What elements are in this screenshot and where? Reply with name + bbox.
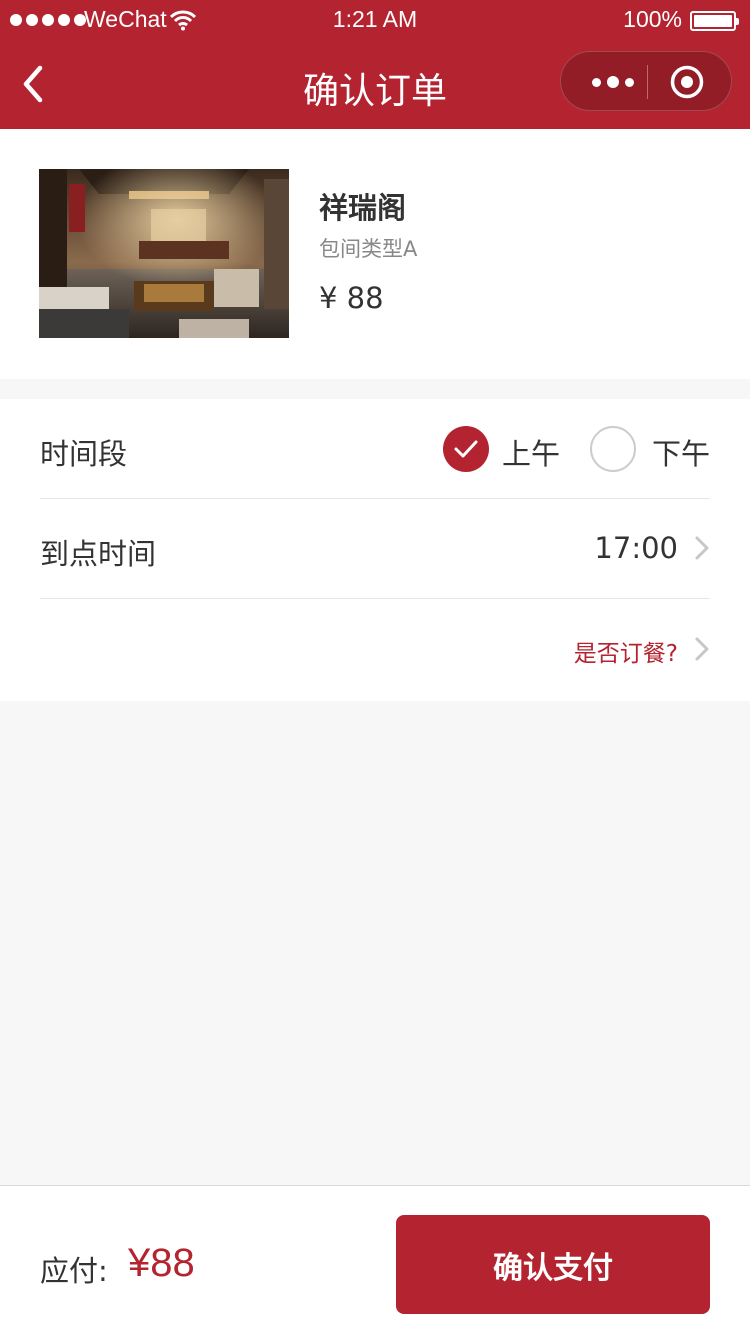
- radio-morning[interactable]: [443, 426, 489, 472]
- arrival-time-value[interactable]: 17:00: [594, 531, 678, 565]
- radio-afternoon-label[interactable]: 下午: [652, 431, 710, 473]
- more-dots-icon[interactable]: [581, 52, 645, 112]
- navigation-bar: 确认订单: [0, 40, 750, 129]
- radio-morning-label[interactable]: 上午: [502, 431, 560, 473]
- confirm-payment-button[interactable]: 确认支付: [396, 1215, 710, 1314]
- chevron-right-icon: [695, 637, 709, 661]
- arrival-time-label: 到点时间: [40, 537, 157, 571]
- status-bar: WeChat 1:21 AM 100%: [0, 0, 750, 40]
- room-name: 祥瑞阁: [319, 191, 407, 225]
- target-circle-icon[interactable]: [669, 64, 705, 100]
- amount-due-value: ¥88: [128, 1241, 195, 1285]
- time-slot-label: 时间段: [40, 437, 128, 471]
- radio-afternoon[interactable]: [590, 426, 636, 472]
- mini-program-capsule: [560, 51, 732, 111]
- order-confirm-page: WeChat 1:21 AM 100% 确认订单 祥瑞阁 包间类型A ¥ 88 …: [0, 0, 750, 1334]
- product-card: 祥瑞阁 包间类型A ¥ 88: [0, 129, 750, 379]
- private-room-photo: [39, 169, 289, 338]
- arrival-time-row[interactable]: 到点时间 17:00: [40, 499, 710, 599]
- time-slot-row: 时间段 上午 下午: [40, 399, 710, 499]
- amount-due-label: 应付:: [40, 1254, 108, 1288]
- order-form: 时间段 上午 下午 到点时间 17:00 是否订餐?: [0, 399, 750, 701]
- battery-icon: [690, 11, 739, 31]
- checkmark-icon: [454, 440, 478, 458]
- room-price: ¥ 88: [319, 281, 384, 315]
- battery-percent: 100%: [623, 6, 682, 32]
- payment-bar: 应付: ¥88 确认支付: [0, 1185, 750, 1334]
- capsule-divider: [647, 65, 648, 99]
- top-bar: WeChat 1:21 AM 100% 确认订单: [0, 0, 750, 129]
- room-type: 包间类型A: [319, 237, 418, 261]
- meal-order-row[interactable]: 是否订餐?: [40, 600, 710, 700]
- meal-order-link[interactable]: 是否订餐?: [574, 634, 678, 668]
- chevron-right-icon: [695, 536, 709, 560]
